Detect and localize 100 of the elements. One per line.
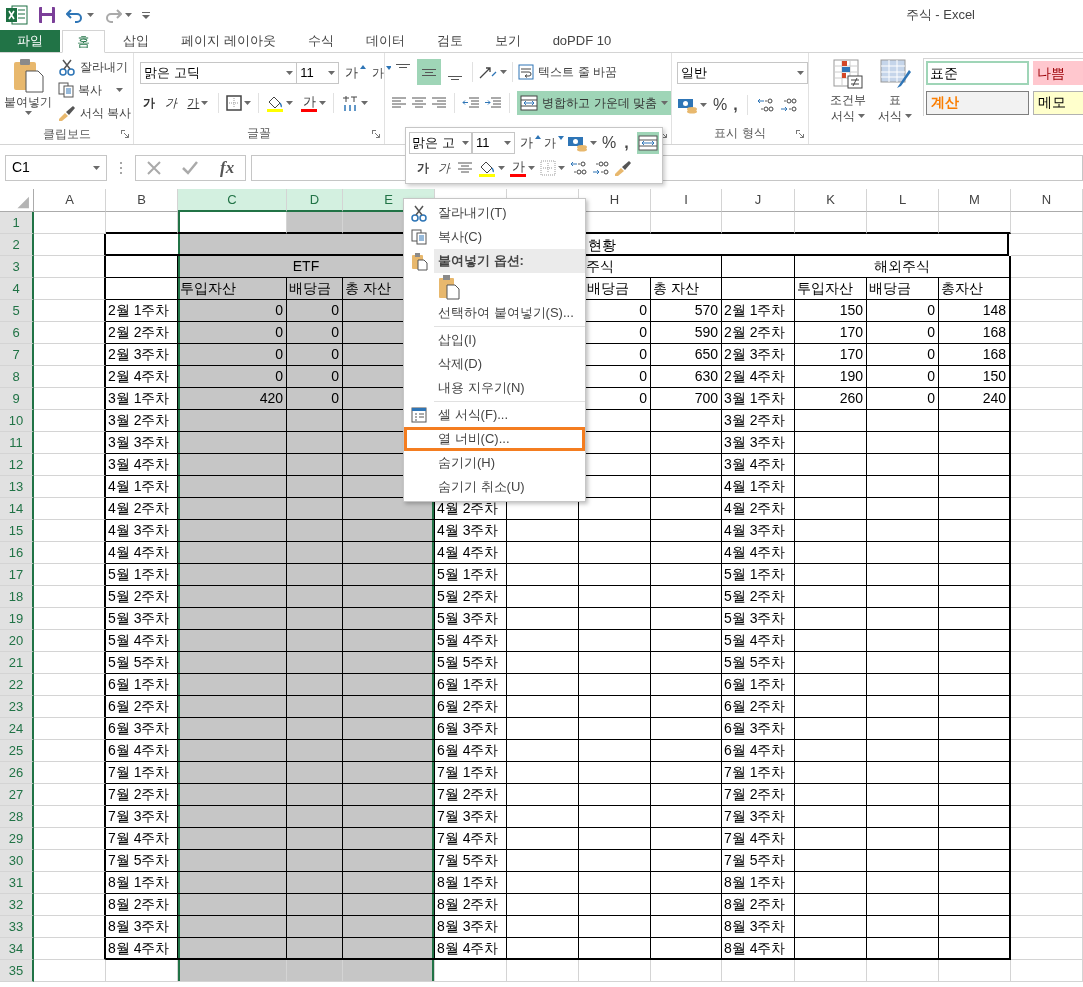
row-header[interactable]: 16 xyxy=(0,542,34,564)
caret-icon[interactable] xyxy=(286,101,294,105)
row-header[interactable]: 35 xyxy=(0,960,34,982)
row-header[interactable]: 10 xyxy=(0,410,34,432)
shrink-font-button[interactable]: 가 xyxy=(372,64,393,82)
row-header[interactable]: 7 xyxy=(0,344,34,366)
paste-icon[interactable] xyxy=(438,274,460,300)
wrap-text-button[interactable]: 텍스트 줄 바꿈 xyxy=(518,63,617,81)
italic-button[interactable]: 가 xyxy=(162,94,181,112)
ribbon-tab[interactable]: 페이지 레이아웃 xyxy=(167,30,290,52)
row-header[interactable]: 2 xyxy=(0,234,34,256)
row-header[interactable]: 21 xyxy=(0,652,34,674)
row-header[interactable]: 6 xyxy=(0,322,34,344)
caret-icon[interactable] xyxy=(319,101,327,105)
bold-button[interactable]: 가 xyxy=(140,94,159,112)
font-name-dropdown[interactable]: 맑은 고딕 xyxy=(140,62,298,84)
column-header[interactable]: L xyxy=(867,189,939,212)
dialog-launcher-icon[interactable] xyxy=(121,130,130,138)
row-header[interactable]: 8 xyxy=(0,366,34,388)
name-box[interactable]: C1 xyxy=(5,154,107,181)
align-middle-button[interactable] xyxy=(417,59,442,85)
fill-color-button[interactable] xyxy=(266,94,294,112)
conditional-formatting-button[interactable]: 조건부 서식 xyxy=(819,58,877,144)
caret-icon[interactable] xyxy=(87,13,94,17)
ribbon-tab[interactable]: 데이터 xyxy=(351,30,419,52)
undo-icon[interactable] xyxy=(66,7,84,23)
row-header[interactable]: 32 xyxy=(0,894,34,916)
number-format-dropdown[interactable]: 일반 xyxy=(677,62,808,84)
caret-icon[interactable] xyxy=(500,70,508,74)
check-icon[interactable] xyxy=(182,160,199,175)
column-header[interactable]: J xyxy=(722,189,795,212)
row-header[interactable]: 3 xyxy=(0,256,34,278)
phonetic-button[interactable] xyxy=(341,94,369,112)
row-header[interactable]: 1 xyxy=(0,212,34,234)
italic-button[interactable]: 가 xyxy=(436,159,452,177)
row-header[interactable]: 24 xyxy=(0,718,34,740)
caret-icon[interactable] xyxy=(125,13,132,17)
dialog-launcher-icon[interactable] xyxy=(372,130,381,138)
brush-icon[interactable] xyxy=(614,159,632,177)
row-header[interactable]: 18 xyxy=(0,586,34,608)
merge-center-button[interactable]: 병합하고 가운데 맞춤 xyxy=(517,91,671,115)
caret-icon[interactable] xyxy=(116,87,123,92)
ribbon-tab[interactable]: 홈 xyxy=(62,30,105,53)
caret-icon[interactable] xyxy=(93,165,100,170)
row-header[interactable]: 11 xyxy=(0,432,34,454)
caret-icon[interactable] xyxy=(201,101,209,105)
customize-icon[interactable] xyxy=(142,10,150,20)
font-color-button[interactable]: 가 xyxy=(510,159,535,177)
column-header[interactable]: A xyxy=(34,189,106,212)
caret-icon[interactable] xyxy=(590,141,597,145)
row-header[interactable]: 13 xyxy=(0,476,34,498)
row-header[interactable]: 15 xyxy=(0,520,34,542)
format-painter-button[interactable]: 서식 복사 xyxy=(56,101,134,124)
caret-icon[interactable] xyxy=(858,114,865,118)
caret-icon[interactable] xyxy=(504,141,511,145)
column-header[interactable]: M xyxy=(939,189,1011,212)
increase-indent-icon[interactable] xyxy=(484,97,503,109)
menu-item[interactable]: 열 너비(C)... xyxy=(404,427,585,451)
ribbon-tab[interactable]: 수식 xyxy=(293,30,348,52)
bold-button[interactable]: 가 xyxy=(415,159,431,177)
spreadsheet-icon[interactable] xyxy=(6,5,28,25)
increase-decimal-icon[interactable] xyxy=(570,160,587,176)
comma-button[interactable]: , xyxy=(621,131,632,155)
menu-item[interactable]: 숨기기 취소(U) xyxy=(404,475,585,499)
menu-item[interactable]: 복사(C) xyxy=(404,225,585,249)
currency-button[interactable] xyxy=(677,96,707,114)
cut-button[interactable]: 잘라내기 xyxy=(56,55,134,78)
row-header[interactable]: 31 xyxy=(0,872,34,894)
percent-button[interactable]: % xyxy=(600,131,619,155)
column-width-button[interactable] xyxy=(637,132,659,154)
row-header[interactable]: 26 xyxy=(0,762,34,784)
row-header[interactable]: 12 xyxy=(0,454,34,476)
caret-icon[interactable] xyxy=(905,114,912,118)
borders-button[interactable] xyxy=(540,160,565,176)
caret-icon[interactable] xyxy=(361,101,369,105)
row-header[interactable]: 25 xyxy=(0,740,34,762)
ribbon-tab[interactable]: 보기 xyxy=(480,30,535,52)
decrease-decimal-icon[interactable] xyxy=(592,160,609,176)
row-header[interactable]: 27 xyxy=(0,784,34,806)
caret-icon[interactable] xyxy=(286,71,294,75)
column-header[interactable]: I xyxy=(651,189,722,212)
grow-font-button[interactable]: 가 xyxy=(345,63,367,83)
shrink-font-button[interactable]: 가 xyxy=(544,134,564,152)
row-header[interactable]: 23 xyxy=(0,696,34,718)
caret-icon[interactable] xyxy=(24,111,32,115)
column-header[interactable]: D xyxy=(287,189,343,212)
currency-button[interactable] xyxy=(567,134,597,152)
decrease-decimal-icon[interactable] xyxy=(779,97,797,113)
cell-style[interactable]: 나쁨 xyxy=(1033,61,1083,85)
row-header[interactable]: 17 xyxy=(0,564,34,586)
row-header[interactable]: 22 xyxy=(0,674,34,696)
row-header[interactable]: 33 xyxy=(0,916,34,938)
column-header[interactable]: N xyxy=(1011,189,1083,212)
decrease-indent-icon[interactable] xyxy=(462,97,481,109)
cell-style[interactable]: 표준 xyxy=(926,61,1029,85)
caret-icon[interactable] xyxy=(528,166,535,170)
copy-button[interactable]: 복사 xyxy=(56,78,134,101)
caret-icon[interactable] xyxy=(498,166,505,170)
row-header[interactable]: 19 xyxy=(0,608,34,630)
row-header[interactable]: 20 xyxy=(0,630,34,652)
